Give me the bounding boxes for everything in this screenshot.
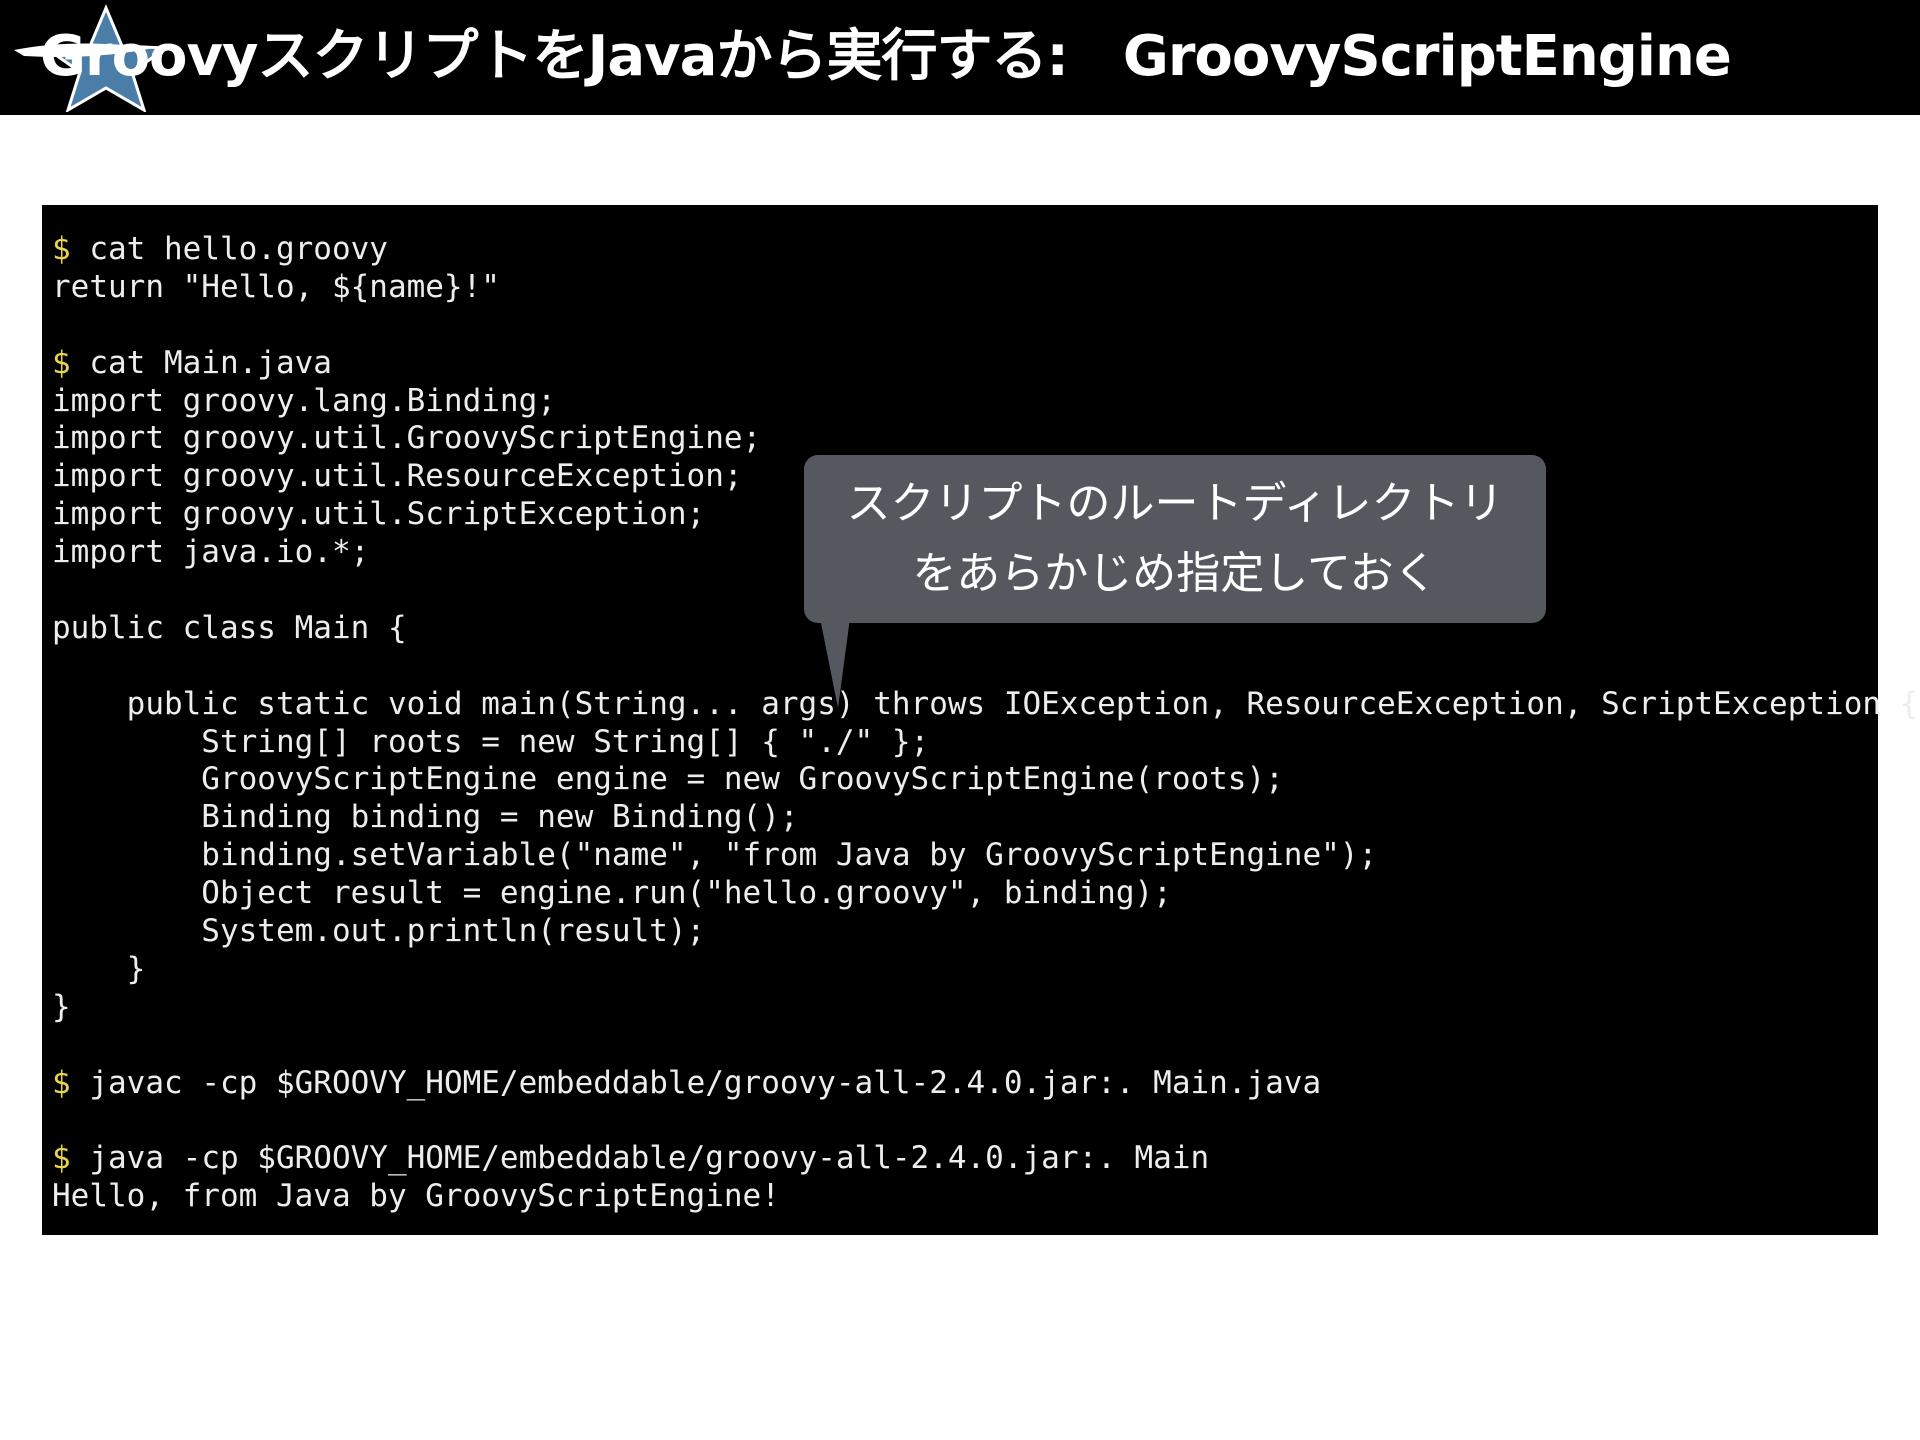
code-text: import groovy.util.ResourceException;	[52, 458, 743, 495]
callout-line-2: をあらかじめ指定しておく	[912, 548, 1438, 599]
code-line: $ java -cp $GROOVY_HOME/embeddable/groov…	[52, 1140, 1918, 1178]
code-line: $ javac -cp $GROOVY_HOME/embeddable/groo…	[52, 1065, 1918, 1103]
code-line: binding.setVariable("name", "from Java b…	[52, 837, 1918, 875]
code-line: GroovyScriptEngine engine = new GroovySc…	[52, 761, 1918, 799]
code-text: }	[52, 988, 71, 1025]
shell-prompt: $	[52, 1140, 71, 1177]
code-text: import groovy.lang.Binding;	[52, 382, 556, 419]
code-text: public class Main {	[52, 609, 407, 646]
code-line: String[] roots = new String[] { "./" };	[52, 724, 1918, 762]
code-line: $ cat hello.groovy	[52, 231, 1918, 269]
code-text: binding.setVariable("name", "from Java b…	[52, 837, 1378, 874]
code-text: import java.io.*;	[52, 534, 370, 571]
code-text: Binding binding = new Binding();	[52, 799, 799, 836]
code-line: return "Hello, ${name}!"	[52, 269, 1918, 307]
code-text: String[] roots = new String[] { "./" };	[52, 723, 930, 760]
code-line: }	[52, 951, 1918, 989]
code-text: return "Hello, ${name}!"	[52, 268, 500, 305]
code-block: $ cat hello.groovy return "Hello, ${name}…	[52, 231, 1918, 1216]
code-line: System.out.println(result);	[52, 913, 1918, 951]
code-line: $ cat Main.java	[52, 345, 1918, 383]
code-line: import groovy.lang.Binding;	[52, 383, 1918, 421]
code-line: Hello, from Java by GroovyScriptEngine!	[52, 1178, 1918, 1216]
callout-pointer	[820, 618, 850, 708]
code-text: javac -cp $GROOVY_HOME/embeddable/groovy…	[70, 1064, 1322, 1101]
slide-header: GroovyスクリプトをJavaから実行する: GroovyScriptEngi…	[0, 0, 1920, 115]
terminal-screenshot: $ cat hello.groovy return "Hello, ${name}…	[42, 205, 1918, 1235]
callout-text: スクリプトのルートディレクトリ をあらかじめ指定しておく	[804, 469, 1546, 609]
code-text: import groovy.util.GroovyScriptEngine;	[52, 420, 762, 457]
code-text: cat Main.java	[70, 344, 332, 381]
shell-prompt: $	[52, 344, 71, 381]
slide-title: GroovyスクリプトをJavaから実行する: GroovyScriptEngi…	[40, 24, 1732, 89]
code-text: Hello, from Java by GroovyScriptEngine!	[52, 1178, 780, 1215]
code-line: import groovy.util.GroovyScriptEngine;	[52, 420, 1918, 458]
code-text: System.out.println(result);	[52, 913, 706, 950]
code-text: java -cp $GROOVY_HOME/embeddable/groovy-…	[70, 1140, 1210, 1177]
code-text: }	[52, 950, 146, 987]
code-line: public static void main(String... args) …	[52, 685, 1919, 724]
code-text: Object result = engine.run("hello.groovy…	[52, 875, 1172, 912]
code-text: import groovy.util.ScriptException;	[52, 496, 706, 533]
code-text: cat hello.groovy	[70, 231, 388, 267]
shell-prompt: $	[52, 1064, 71, 1101]
code-line: Binding binding = new Binding();	[52, 799, 1918, 837]
annotation-callout: スクリプトのルートディレクトリ をあらかじめ指定しておく	[804, 455, 1546, 623]
callout-line-1: スクリプトのルートディレクトリ	[846, 478, 1504, 529]
code-line: Object result = engine.run("hello.groovy…	[52, 875, 1918, 913]
code-text: public static void main(String... args) …	[52, 685, 1919, 722]
code-text: GroovyScriptEngine engine = new GroovySc…	[52, 761, 1284, 798]
code-line: }	[52, 989, 1918, 1027]
shell-prompt: $	[52, 231, 71, 267]
